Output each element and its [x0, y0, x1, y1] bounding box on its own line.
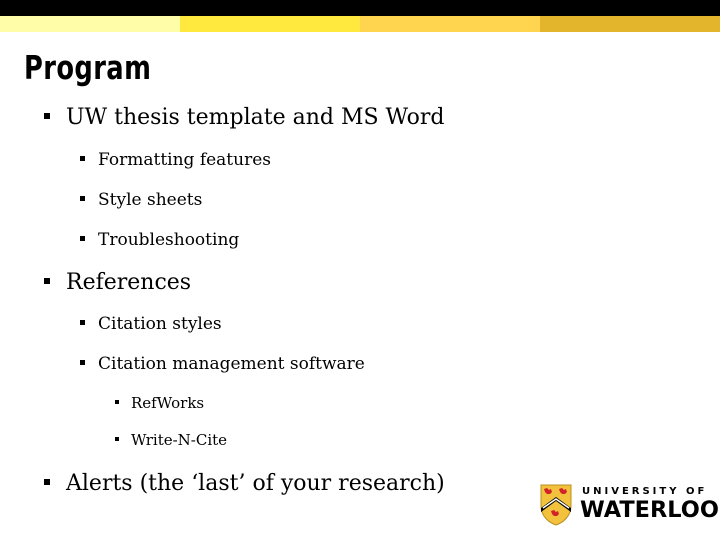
- bullet-square-icon: [80, 360, 85, 365]
- bullet-text: Formatting features: [98, 150, 271, 170]
- stripe-1: [0, 16, 180, 32]
- bullet-text: Troubleshooting: [98, 230, 240, 250]
- bullet-square-icon: [115, 400, 119, 404]
- university-logo: UNIVERSITY OF WATERLOO: [540, 484, 719, 528]
- logo-line-2: WATERLOO: [580, 498, 719, 523]
- bullet-text: RefWorks: [131, 394, 205, 412]
- bullet-item: Style sheets: [80, 190, 202, 210]
- bullet-item: RefWorks: [115, 394, 204, 412]
- logo-line-1: UNIVERSITY OF: [582, 486, 708, 497]
- bullet-square-icon: [44, 479, 50, 485]
- bullet-text: Alerts (the ‘last’ of your research): [66, 471, 445, 496]
- bullet-item: Write-N-Cite: [115, 431, 227, 449]
- stripe-3: [360, 16, 540, 32]
- bullet-square-icon: [80, 320, 85, 325]
- bullet-square-icon: [80, 236, 85, 241]
- bullet-square-icon: [44, 278, 50, 284]
- bullet-item: Citation management software: [80, 354, 365, 374]
- university-crest-icon: [540, 484, 572, 526]
- bullet-item: Citation styles: [80, 314, 222, 334]
- bullet-item: Formatting features: [80, 150, 271, 170]
- bullet-square-icon: [44, 113, 50, 119]
- bullet-text: Citation management software: [98, 354, 365, 374]
- header-color-stripes: [0, 16, 720, 32]
- stripe-4: [540, 16, 720, 32]
- slide-title: Program: [24, 48, 152, 87]
- bullet-text: Citation styles: [98, 314, 222, 334]
- bullet-square-icon: [115, 437, 119, 441]
- bullet-square-icon: [80, 156, 85, 161]
- bullet-square-icon: [80, 196, 85, 201]
- bullet-text: UW thesis template and MS Word: [66, 105, 445, 130]
- header-black-bar: [0, 0, 720, 16]
- bullet-item: Alerts (the ‘last’ of your research): [44, 471, 445, 496]
- bullet-item: References: [44, 270, 191, 295]
- bullet-item: UW thesis template and MS Word: [44, 105, 445, 130]
- stripe-2: [180, 16, 360, 32]
- bullet-text: References: [66, 270, 192, 295]
- bullet-text: Style sheets: [98, 190, 203, 210]
- bullet-item: Troubleshooting: [80, 230, 239, 250]
- bullet-text: Write-N-Cite: [131, 431, 228, 449]
